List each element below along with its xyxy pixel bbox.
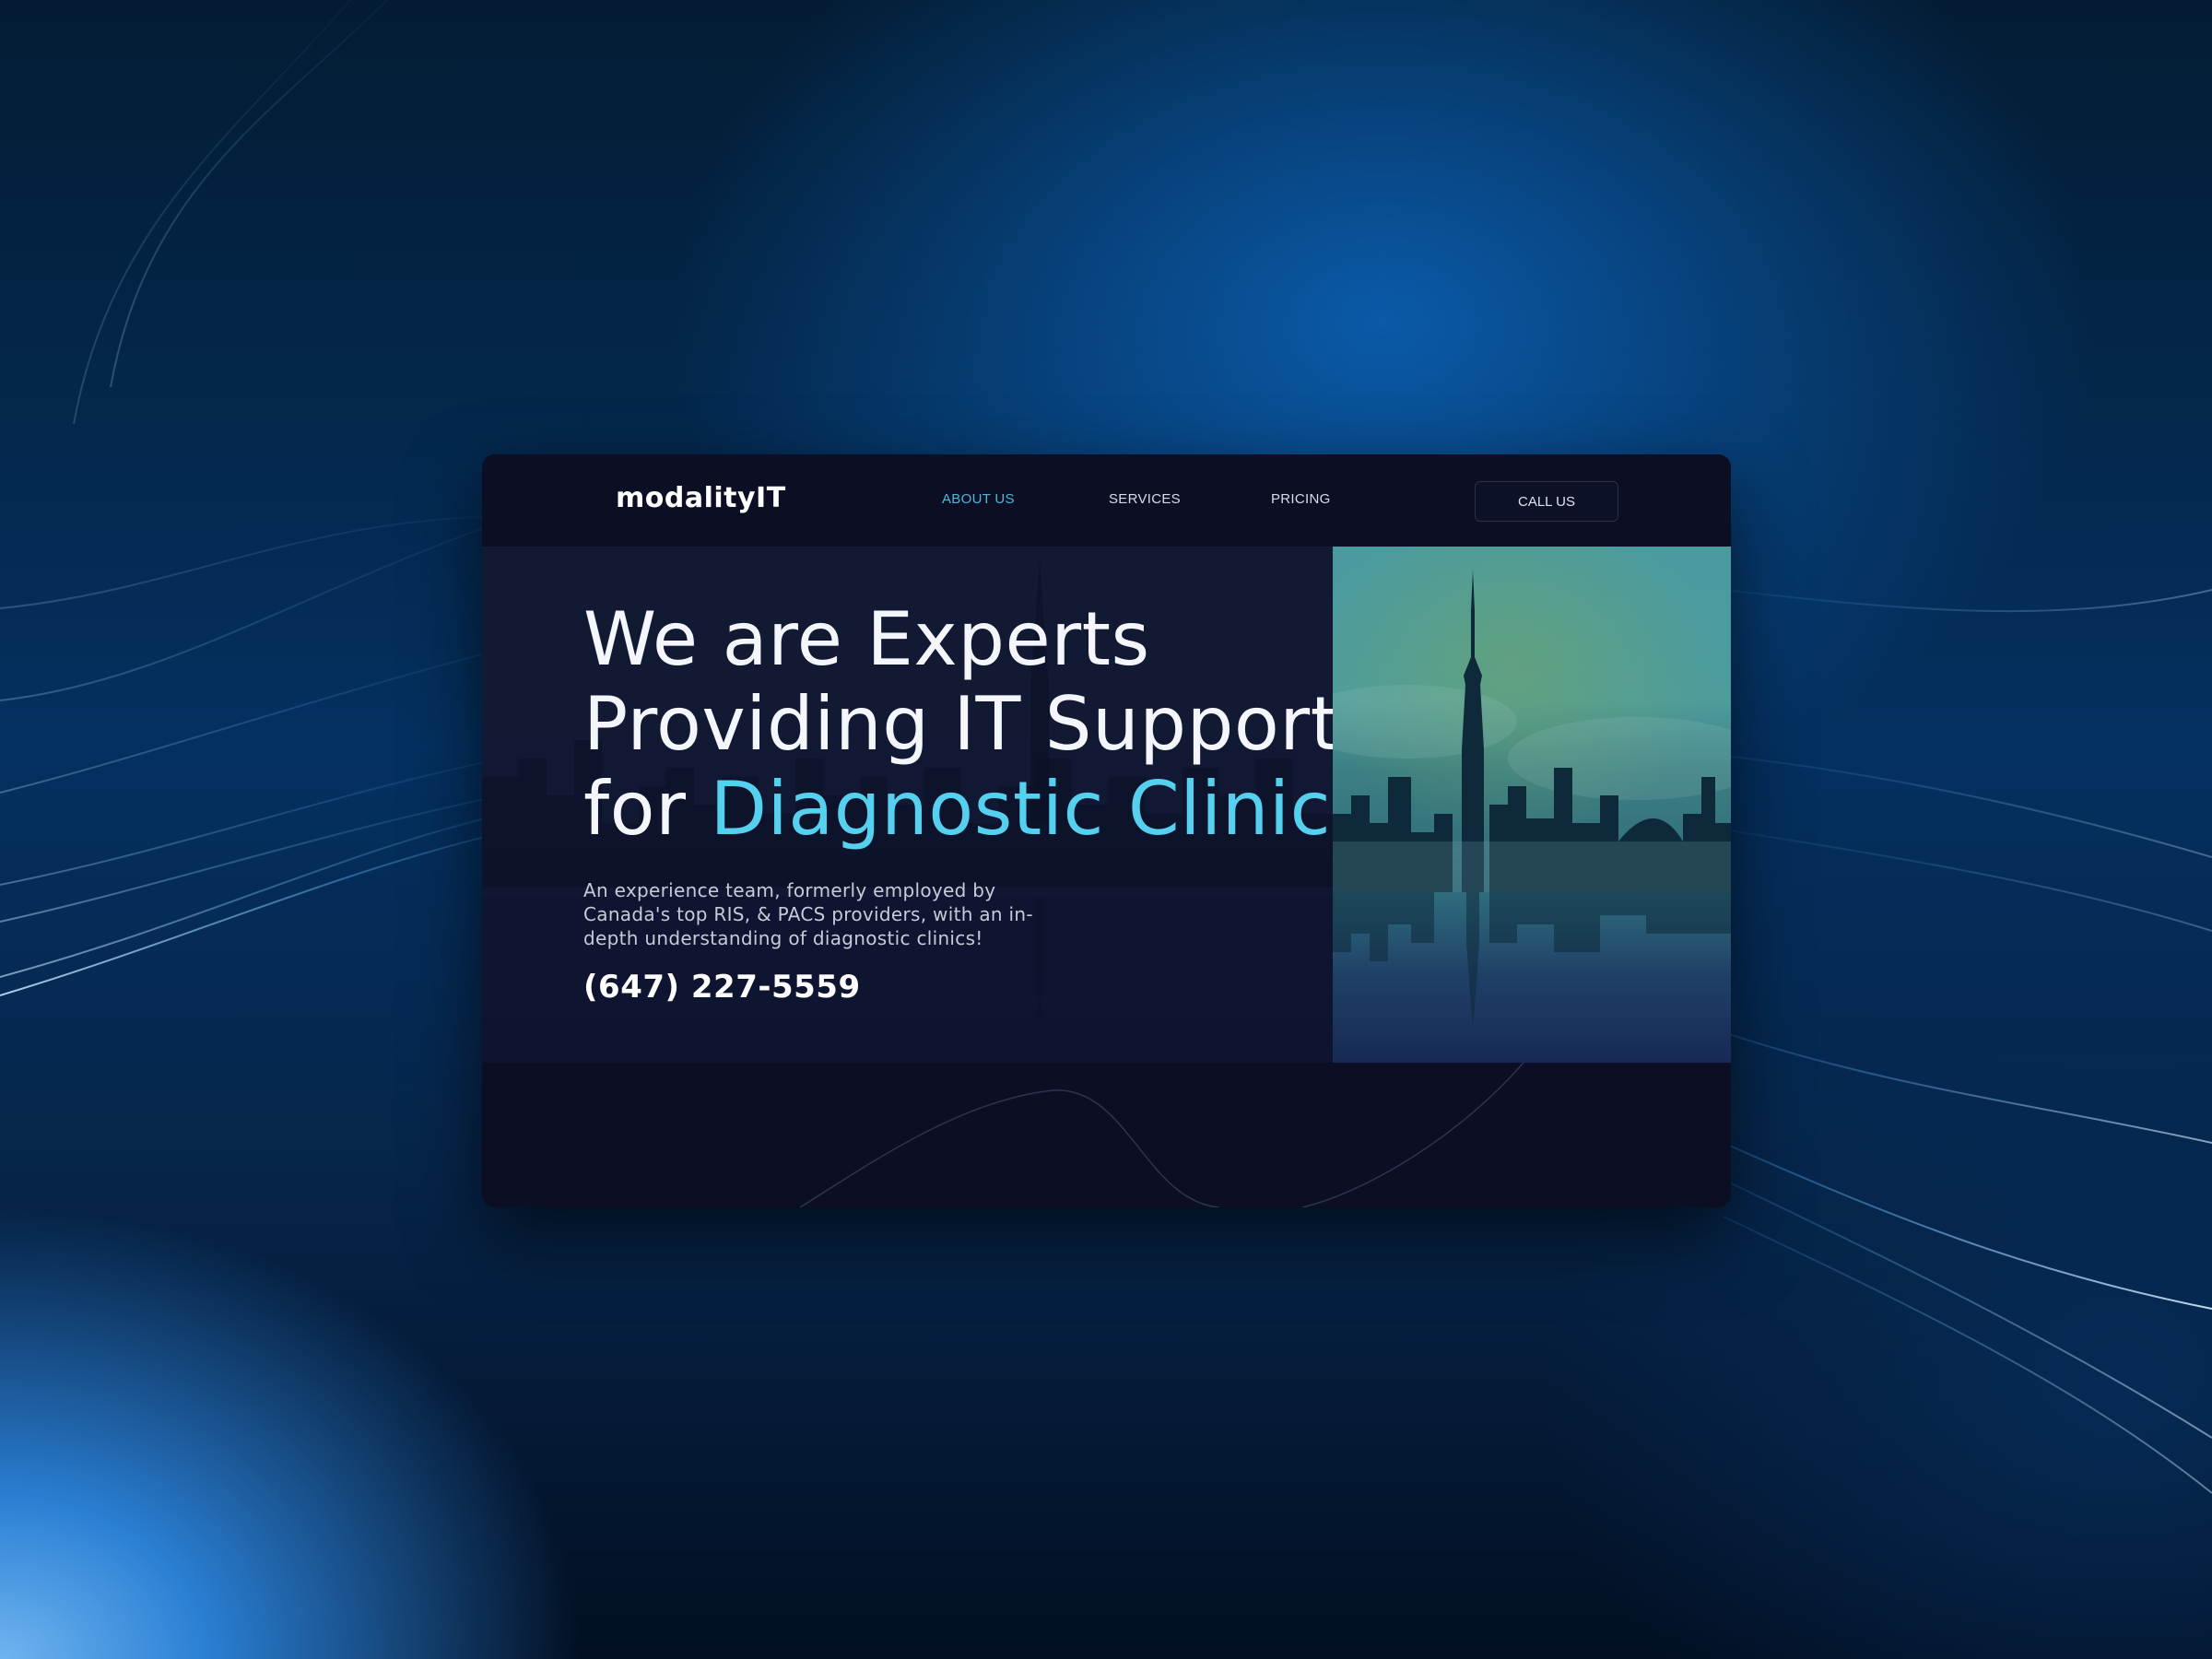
- headline-line-3-accent: Diagnostic Clinics!: [710, 766, 1400, 852]
- bottom-section: [482, 1063, 1731, 1207]
- headline-line-2: Providing IT Support: [583, 681, 1340, 767]
- nav-item-services[interactable]: SERVICES: [1109, 491, 1181, 507]
- top-navigation-bar: modalityIT ABOUT US SERVICES PRICING CAL…: [482, 454, 1731, 547]
- call-us-button[interactable]: CALL US: [1475, 481, 1618, 522]
- website-window: modalityIT ABOUT US SERVICES PRICING CAL…: [482, 454, 1731, 1207]
- decorative-lines: [799, 1063, 1524, 1207]
- nav-item-about-us[interactable]: ABOUT US: [942, 491, 1015, 507]
- headline-line-3-prefix: for: [583, 766, 711, 852]
- brand-logo[interactable]: modalityIT: [616, 482, 786, 514]
- hero-headline: We are Experts Providing IT Support for …: [583, 597, 1400, 852]
- headline-line-1: We are Experts: [583, 596, 1150, 682]
- hero-section: We are Experts Providing IT Support for …: [482, 547, 1731, 1063]
- skyline-photo: [1333, 547, 1731, 1063]
- phone-number[interactable]: (647) 227-5559: [583, 969, 861, 1006]
- toronto-skyline-image: [1333, 547, 1731, 1063]
- nav-item-pricing[interactable]: PRICING: [1271, 491, 1331, 507]
- hero-description: An experience team, formerly employed by…: [583, 879, 1033, 949]
